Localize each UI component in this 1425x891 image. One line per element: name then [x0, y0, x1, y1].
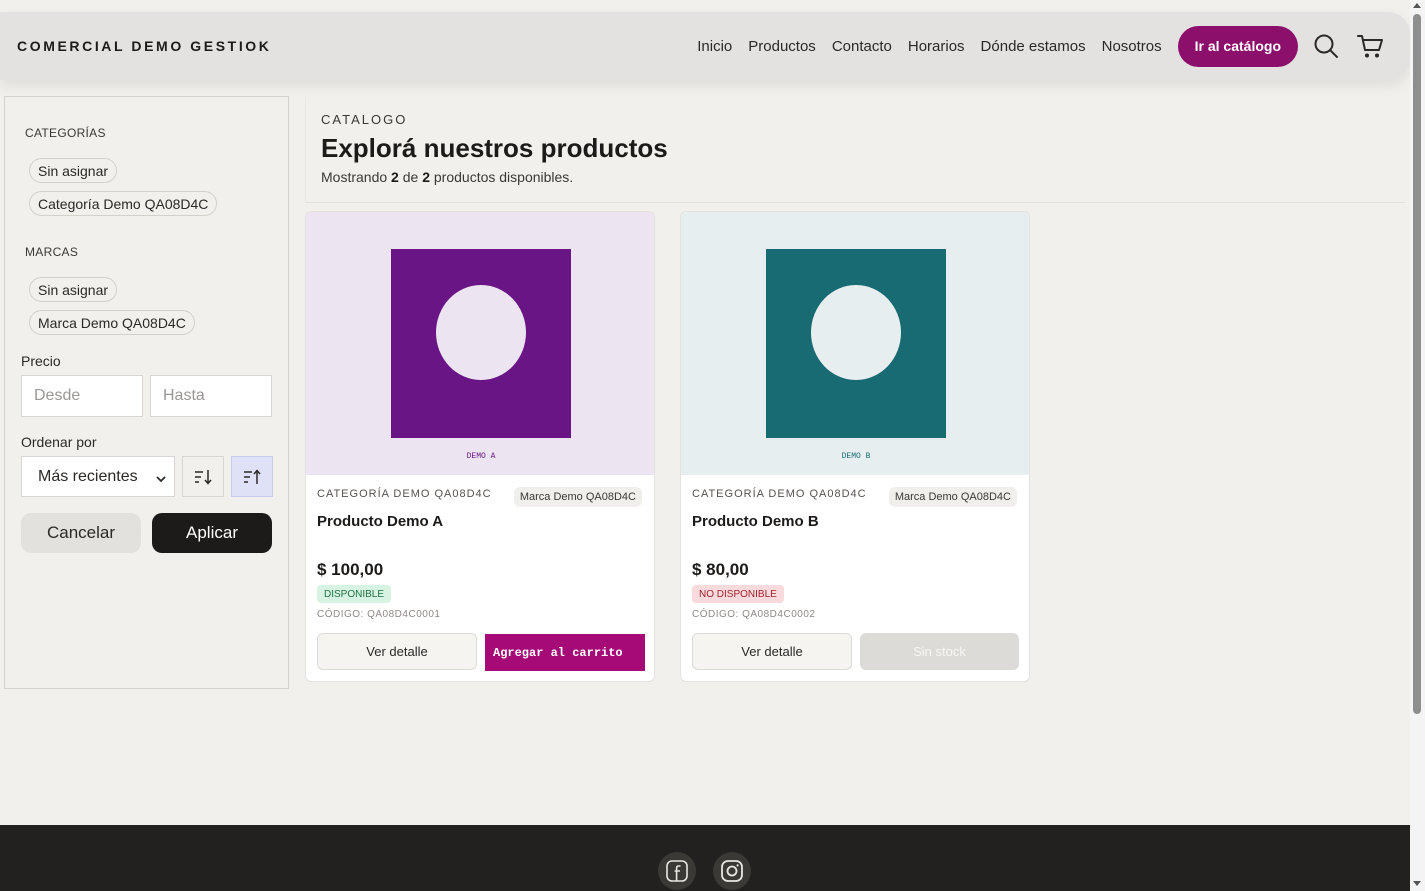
summary-prefix: Mostrando — [321, 169, 388, 185]
product-image-tag: DEMO A — [466, 452, 496, 461]
product-image-square — [391, 249, 571, 438]
brand-chip-demo[interactable]: Marca Demo QA08D4C — [29, 310, 195, 335]
price-label: Precio — [21, 353, 61, 369]
site-footer — [0, 825, 1410, 891]
search-icon[interactable] — [1310, 30, 1342, 62]
catalog-eyebrow: CATALOGO — [321, 112, 408, 127]
product-name[interactable]: Producto Demo B — [692, 513, 819, 530]
category-chip-demo[interactable]: Categoría Demo QA08D4C — [29, 191, 218, 216]
brand-chip-sin-asignar[interactable]: Sin asignar — [29, 277, 118, 302]
sort-select-value: Más recientes — [38, 467, 138, 485]
filters-sidebar: CATEGORÍAS Sin asignar Categoría Demo QA… — [4, 96, 289, 689]
chevron-down-icon — [156, 471, 166, 489]
results-summary: Mostrando 2 de 2 productos disponibles. — [321, 169, 573, 185]
product-image-square — [766, 249, 946, 438]
product-card: DEMO A CATEGORÍA DEMO QA08D4C Marca Demo… — [305, 211, 655, 682]
brands-heading: MARCAS — [25, 245, 79, 259]
scroll-up-arrow[interactable] — [1413, 3, 1421, 8]
page-title: Explorá nuestros productos — [321, 133, 668, 163]
sort-label: Ordenar por — [21, 434, 97, 450]
product-price: $ 100,00 — [317, 560, 384, 579]
out-of-stock-button: Sin stock — [860, 633, 1019, 670]
summary-total-count: 2 — [422, 169, 430, 185]
product-image-circle — [811, 285, 901, 380]
product-price: $ 80,00 — [692, 560, 749, 579]
page-scrollbar[interactable] — [1410, 0, 1425, 891]
product-code: CÓDIGO: QA08D4C0001 — [317, 609, 441, 620]
nav-horarios[interactable]: Horarios — [908, 38, 965, 55]
catalog-cta-button[interactable]: Ir al catálogo — [1177, 25, 1298, 67]
apply-button[interactable]: Aplicar — [152, 513, 272, 553]
main-nav: Inicio Productos Contacto Horarios Dónde… — [681, 12, 1386, 80]
nav-inicio[interactable]: Inicio — [697, 38, 732, 55]
nav-productos[interactable]: Productos — [748, 38, 816, 55]
cart-icon[interactable] — [1354, 30, 1386, 62]
category-chip-sin-asignar[interactable]: Sin asignar — [29, 158, 118, 183]
view-detail-button[interactable]: Ver detalle — [692, 633, 852, 670]
catalog-header: CATALOGO Explorá nuestros productos Most… — [305, 97, 1405, 203]
product-category: CATEGORÍA DEMO QA08D4C — [317, 488, 492, 500]
sort-descending-button[interactable] — [182, 456, 224, 497]
instagram-icon[interactable] — [713, 852, 751, 890]
product-brand-badge: Marca Demo QA08D4C — [888, 487, 1017, 507]
summary-shown-count: 2 — [391, 169, 399, 185]
price-from-input[interactable]: Desde — [21, 375, 143, 417]
product-image-circle — [436, 285, 526, 380]
view-detail-button[interactable]: Ver detalle — [317, 633, 477, 670]
product-image[interactable]: DEMO B — [681, 212, 1029, 475]
facebook-icon[interactable] — [658, 852, 696, 890]
sort-ascending-icon — [244, 468, 261, 484]
price-to-input[interactable]: Hasta — [150, 375, 272, 417]
sort-descending-icon — [195, 469, 212, 485]
product-brand-badge: Marca Demo QA08D4C — [513, 487, 642, 507]
product-image[interactable]: DEMO A — [306, 212, 654, 475]
add-to-cart-button[interactable]: Agregar al carrito — [485, 634, 645, 671]
brand-logo-text[interactable]: COMERCIAL DEMO GESTIOK — [17, 38, 272, 54]
scrollbar-thumb[interactable] — [1413, 14, 1421, 714]
product-image-tag: DEMO B — [841, 452, 871, 461]
nav-donde-estamos[interactable]: Dónde estamos — [981, 38, 1086, 55]
summary-middle: de — [402, 169, 419, 185]
nav-nosotros[interactable]: Nosotros — [1102, 38, 1162, 55]
nav-contacto[interactable]: Contacto — [832, 38, 892, 55]
product-name[interactable]: Producto Demo A — [317, 513, 443, 530]
categories-heading: CATEGORÍAS — [25, 126, 106, 140]
cancel-button[interactable]: Cancelar — [21, 513, 141, 553]
sort-select[interactable]: Más recientes — [21, 456, 175, 497]
product-card: DEMO B CATEGORÍA DEMO QA08D4C Marca Demo… — [680, 211, 1030, 682]
sort-ascending-button[interactable] — [231, 456, 273, 497]
status-badge: DISPONIBLE — [317, 585, 392, 603]
product-category: CATEGORÍA DEMO QA08D4C — [692, 488, 867, 500]
site-header: COMERCIAL DEMO GESTIOK Inicio Productos … — [0, 12, 1410, 80]
product-code: CÓDIGO: QA08D4C0002 — [692, 609, 816, 620]
scroll-down-arrow[interactable] — [1413, 881, 1421, 886]
status-badge: NO DISPONIBLE — [692, 585, 784, 603]
summary-suffix: productos disponibles. — [433, 169, 574, 185]
